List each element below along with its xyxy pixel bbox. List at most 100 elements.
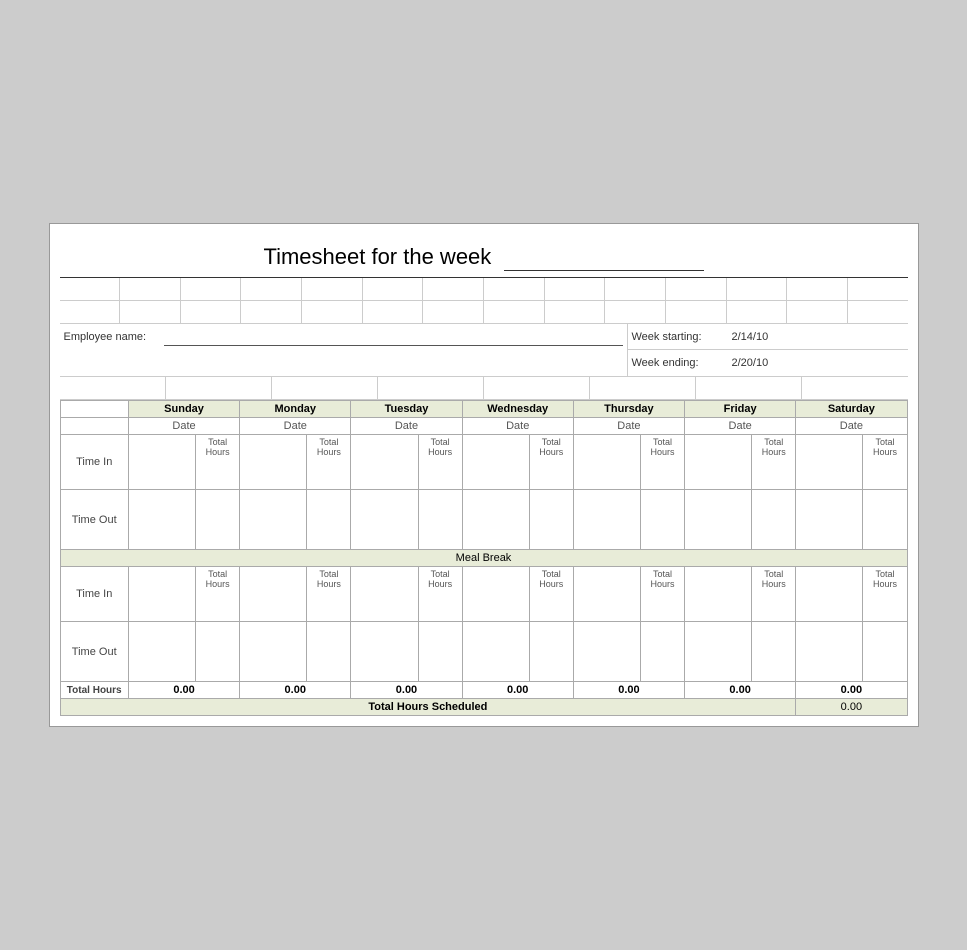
blank-row-1: [60, 278, 908, 301]
time-out-thu-2[interactable]: [573, 622, 640, 682]
meal-break-row: Meal Break: [60, 550, 907, 567]
total-sun: 0.00: [128, 682, 239, 699]
blank-cell: [302, 278, 363, 300]
time-out-row-2: Time Out: [60, 622, 907, 682]
time-out-sun-1[interactable]: [128, 490, 195, 550]
blank-cell: [484, 301, 545, 323]
total-hours-fri-2: TotalHours: [752, 567, 796, 622]
time-out-sat-1[interactable]: [796, 490, 863, 550]
time-in-mon-1[interactable]: [240, 435, 307, 490]
blank-cell: [423, 278, 484, 300]
time-in-tue-2[interactable]: [351, 567, 418, 622]
blank-cell: [423, 301, 484, 323]
blank-cell: [848, 278, 908, 300]
time-out-sun-2[interactable]: [128, 622, 195, 682]
blank-cell: [605, 278, 666, 300]
time-out-tue-1[interactable]: [351, 490, 418, 550]
blank-cell: [545, 301, 606, 323]
header-monday: Monday: [240, 401, 351, 418]
blank-cell: [60, 377, 166, 399]
date-tuesday: Date: [351, 418, 462, 435]
time-out-thu-1[interactable]: [573, 490, 640, 550]
employee-label: Employee name:: [64, 331, 164, 343]
blank-cell: [120, 301, 181, 323]
top-blank-section: [60, 278, 908, 324]
time-in-mon-2[interactable]: [240, 567, 307, 622]
total-hours-mon-2: TotalHours: [307, 567, 351, 622]
blank-cell: [802, 377, 907, 399]
blank-cell: [302, 301, 363, 323]
time-in-sat-2[interactable]: [796, 567, 863, 622]
total-hours-mon-1: TotalHours: [307, 435, 351, 490]
blank-cell: [120, 278, 181, 300]
blank-row-2: [60, 301, 908, 323]
time-in-wed-2[interactable]: [462, 567, 529, 622]
time-out-fri-2-sub: [752, 622, 796, 682]
time-out-tue-2[interactable]: [351, 622, 418, 682]
header-sunday: Sunday: [128, 401, 239, 418]
week-ending-row: Week ending: 2/20/10: [628, 350, 908, 376]
header-tuesday: Tuesday: [351, 401, 462, 418]
time-in-thu-1[interactable]: [573, 435, 640, 490]
time-out-label-2: Time Out: [60, 622, 128, 682]
week-starting-value: 2/14/10: [732, 331, 769, 343]
total-sat: 0.00: [796, 682, 907, 699]
week-starting-row: Week starting: 2/14/10: [628, 324, 908, 350]
time-out-fri-2[interactable]: [685, 622, 752, 682]
date-monday: Date: [240, 418, 351, 435]
time-in-tue-1[interactable]: [351, 435, 418, 490]
employee-row: Employee name:: [60, 324, 627, 350]
time-in-sat-1[interactable]: [796, 435, 863, 490]
week-starting-label: Week starting:: [632, 331, 732, 343]
time-out-sun-1-sub: [196, 490, 240, 550]
blank-cell: [166, 377, 272, 399]
employee-section: Employee name:: [60, 324, 628, 376]
total-hours-sat-2: TotalHours: [863, 567, 907, 622]
blank-cell: [666, 301, 727, 323]
header-thursday: Thursday: [573, 401, 684, 418]
time-in-fri-1[interactable]: [685, 435, 752, 490]
blank-cell: [484, 377, 590, 399]
date-saturday: Date: [796, 418, 907, 435]
time-out-tue-2-sub: [418, 622, 462, 682]
date-wednesday: Date: [462, 418, 573, 435]
time-in-sun-1[interactable]: [128, 435, 195, 490]
time-out-row-1: Time Out: [60, 490, 907, 550]
employee-input[interactable]: [164, 328, 623, 346]
time-out-fri-1[interactable]: [685, 490, 752, 550]
header-empty: [60, 401, 128, 418]
total-hours-tue-1: TotalHours: [418, 435, 462, 490]
blank-cell: [605, 301, 666, 323]
date-empty: [60, 418, 128, 435]
time-out-wed-1[interactable]: [462, 490, 529, 550]
blank-row-3: [60, 377, 908, 399]
time-in-fri-2[interactable]: [685, 567, 752, 622]
blank-cell: [545, 278, 606, 300]
total-scheduled-value: 0.00: [796, 699, 907, 716]
time-in-label-2: Time In: [60, 567, 128, 622]
week-ending-label: Week ending:: [632, 357, 732, 369]
time-out-wed-2[interactable]: [462, 622, 529, 682]
header-saturday: Saturday: [796, 401, 907, 418]
time-in-thu-2[interactable]: [573, 567, 640, 622]
time-out-mon-1[interactable]: [240, 490, 307, 550]
blank-cell: [241, 301, 302, 323]
time-out-thu-1-sub: [641, 490, 685, 550]
blank-cell: [181, 278, 242, 300]
meal-break-label: Meal Break: [60, 550, 907, 567]
timesheet-table: Sunday Monday Tuesday Wednesday Thursday…: [60, 400, 908, 716]
time-out-mon-2[interactable]: [240, 622, 307, 682]
total-hours-sat-1: TotalHours: [863, 435, 907, 490]
timesheet-container: Timesheet for the week: [49, 223, 919, 727]
time-out-label-1: Time Out: [60, 490, 128, 550]
blank-cell: [787, 301, 848, 323]
time-in-sun-2[interactable]: [128, 567, 195, 622]
blank-cell: [60, 278, 121, 300]
time-in-wed-1[interactable]: [462, 435, 529, 490]
time-out-sat-2[interactable]: [796, 622, 863, 682]
time-out-sat-1-sub: [863, 490, 907, 550]
blank-cell: [378, 377, 484, 399]
title-underline: [504, 244, 704, 271]
time-out-sun-2-sub: [196, 622, 240, 682]
date-sunday: Date: [128, 418, 239, 435]
